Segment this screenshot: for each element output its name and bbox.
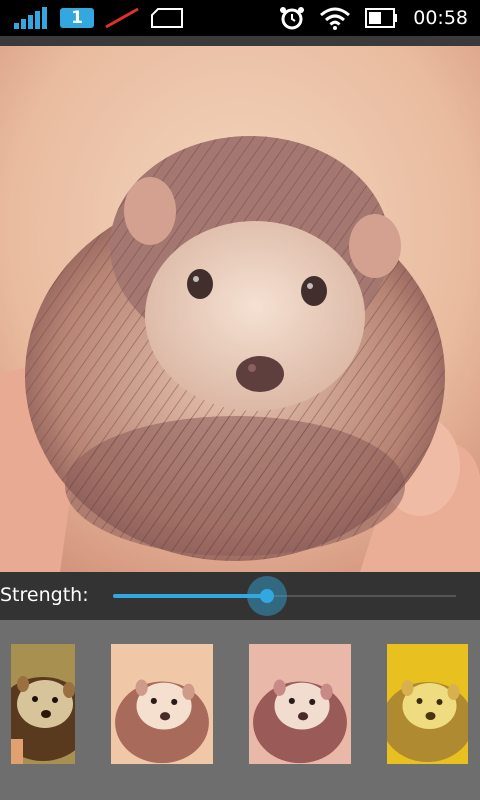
hedgehog-thumbnail bbox=[249, 644, 351, 764]
toolbar-divider bbox=[0, 36, 480, 46]
mobile-data-off-icon bbox=[105, 7, 139, 29]
strength-bar: Strength: bbox=[0, 572, 480, 620]
filter-thumbnail-vivid[interactable] bbox=[11, 644, 75, 764]
hedgehog-thumbnail bbox=[11, 644, 75, 764]
status-clock: 00:58 bbox=[413, 7, 468, 29]
signal-bars-icon bbox=[14, 7, 47, 29]
sim-slot-number: 1 bbox=[71, 8, 83, 28]
strength-label: Strength: bbox=[0, 584, 89, 606]
status-bar: 1 00:58 bbox=[0, 0, 480, 36]
slider-fill bbox=[113, 594, 267, 598]
hedgehog-photo bbox=[0, 46, 480, 572]
photo-preview[interactable] bbox=[0, 46, 480, 572]
sim-card-icon bbox=[151, 8, 183, 28]
hedgehog-thumbnail bbox=[111, 644, 213, 764]
status-bar-left: 1 bbox=[14, 4, 184, 32]
filter-thumbnail-warm[interactable] bbox=[111, 644, 213, 764]
status-bar-right: 00:58 bbox=[279, 4, 468, 32]
slider-thumb[interactable] bbox=[260, 589, 274, 603]
filter-thumbnail-soft[interactable] bbox=[249, 644, 351, 764]
wifi-icon bbox=[320, 7, 351, 30]
alarm-clock-icon bbox=[280, 7, 305, 30]
hedgehog-thumbnail bbox=[387, 644, 468, 764]
strength-slider[interactable] bbox=[113, 572, 456, 620]
filter-thumbnail-golden[interactable] bbox=[387, 644, 468, 764]
battery-icon bbox=[365, 8, 398, 28]
sim-1-icon: 1 bbox=[60, 8, 94, 28]
filter-strip bbox=[0, 620, 480, 800]
